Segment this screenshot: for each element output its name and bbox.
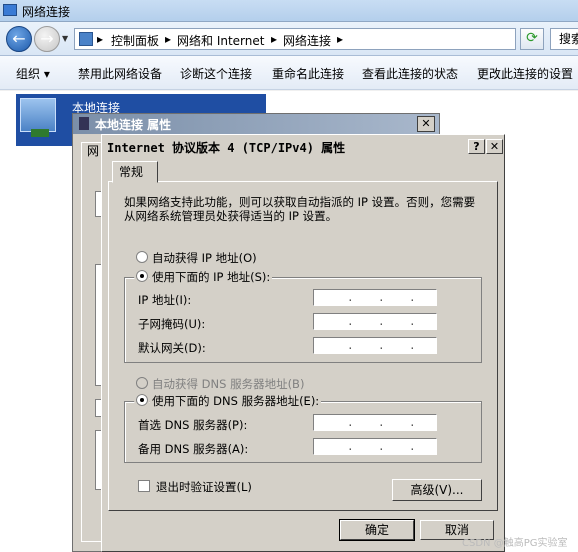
dns-manual-radio[interactable] [134, 392, 150, 408]
address-bar: ← → ▼ ▸ 控制面板 ▸ 网络和 Internet ▸ 网络连接 ▸ ▼ ⟳… [0, 22, 578, 56]
dns-manual-label: 使用下面的 DNS 服务器地址(E): [150, 393, 322, 409]
watermark: CSDN @触高PG实验室 [462, 538, 568, 549]
preferred-dns-label: 首选 DNS 服务器(P): [138, 418, 248, 432]
ip-separator: . [409, 416, 416, 429]
crumb-separator-icon[interactable]: ▸ [165, 32, 171, 46]
ip-separator: . [347, 339, 354, 352]
disable-device-button[interactable]: 禁用此网络设备 [78, 65, 162, 82]
ip-separator: . [409, 315, 416, 328]
ip-separator: . [378, 315, 385, 328]
advanced-button[interactable]: 高级(V)... [392, 479, 482, 501]
ip-separator: . [409, 291, 416, 304]
ok-button[interactable]: 确定 [339, 519, 415, 541]
ip-separator: . [409, 339, 416, 352]
ipv4-title: Internet 协议版本 4 (TCP/IPv4) 属性 [107, 141, 346, 155]
back-button[interactable]: ← [6, 26, 32, 52]
props-titlebar: 本地连接 属性 ✕ [73, 114, 439, 134]
view-status-button[interactable]: 查看此连接的状态 [362, 65, 458, 82]
change-settings-button[interactable]: 更改此连接的设置 [477, 65, 573, 82]
search-input[interactable]: 搜索 [550, 28, 578, 50]
refresh-button[interactable]: ⟳ [520, 28, 544, 50]
network-folder-icon [3, 4, 17, 16]
organize-menu[interactable]: 组织 ▾ [16, 65, 50, 82]
explorer-titlebar: 网络连接 [0, 0, 578, 22]
subnet-label: 子网掩码(U): [138, 317, 206, 331]
explorer-title: 网络连接 [22, 5, 71, 19]
alternate-dns-label: 备用 DNS 服务器(A): [138, 442, 249, 456]
ip-separator: . [378, 416, 385, 429]
recent-pages-dropdown[interactable]: ▼ [62, 34, 68, 43]
command-bar: 组织 ▾ 禁用此网络设备 诊断这个连接 重命名此连接 查看此连接的状态 更改此连… [0, 56, 578, 90]
alternate-dns-field[interactable]: ... [313, 438, 437, 455]
preferred-dns-field[interactable]: ... [313, 414, 437, 431]
breadcrumb-control-panel[interactable]: 控制面板 [111, 32, 159, 49]
network-adapter-icon [20, 98, 56, 137]
dns-auto-label: 自动获得 DNS 服务器地址(B) [152, 377, 305, 391]
help-button[interactable]: ? [468, 139, 485, 154]
ip-separator: . [347, 440, 354, 453]
ipv4-description: 如果网络支持此功能，则可以获取自动指派的 IP 设置。否则，您需要从网络系统管理… [124, 195, 476, 223]
ip-separator: . [378, 339, 385, 352]
ip-separator: . [378, 440, 385, 453]
forward-button[interactable]: → [34, 26, 60, 52]
ip-address-field[interactable]: ... [313, 289, 437, 306]
ipv4-titlebar: Internet 协议版本 4 (TCP/IPv4) 属性 ? ✕ [104, 137, 503, 155]
ipv4-close-button[interactable]: ✕ [486, 139, 503, 154]
ip-auto-radio[interactable] [136, 251, 148, 263]
props-close-button[interactable]: ✕ [417, 116, 435, 132]
ip-manual-label: 使用下面的 IP 地址(S): [150, 269, 273, 285]
props-title: 本地连接 属性 [95, 118, 172, 132]
crumb-separator-icon[interactable]: ▸ [97, 32, 103, 46]
validate-on-exit-checkbox[interactable] [138, 480, 150, 492]
validate-on-exit-label: 退出时验证设置(L) [156, 480, 252, 494]
gateway-label: 默认网关(D): [138, 341, 206, 355]
ip-separator: . [409, 440, 416, 453]
ip-separator: . [347, 315, 354, 328]
tab-general[interactable]: 常规 [112, 161, 158, 183]
crumb-separator-icon[interactable]: ▸ [271, 32, 277, 46]
breadcrumb-network-connections[interactable]: 网络连接 [283, 32, 331, 49]
control-panel-icon [79, 32, 93, 46]
rename-button[interactable]: 重命名此连接 [272, 65, 344, 82]
ip-separator: . [378, 291, 385, 304]
ip-address-label: IP 地址(I): [138, 293, 192, 307]
address-field[interactable]: ▸ 控制面板 ▸ 网络和 Internet ▸ 网络连接 ▸ ▼ [74, 28, 578, 50]
ip-manual-radio[interactable] [134, 268, 150, 284]
ip-separator: . [347, 291, 354, 304]
breadcrumb-network-internet[interactable]: 网络和 Internet [177, 32, 264, 49]
default-gateway-field[interactable]: ... [313, 337, 437, 354]
ip-auto-label: 自动获得 IP 地址(O) [152, 251, 257, 265]
crumb-separator-icon[interactable]: ▸ [337, 32, 343, 46]
dns-auto-radio[interactable] [136, 377, 148, 389]
diagnose-button[interactable]: 诊断这个连接 [180, 65, 252, 82]
ip-separator: . [347, 416, 354, 429]
ipv4-properties-dialog: Internet 协议版本 4 (TCP/IPv4) 属性 ? ✕ 常规 如果网… [101, 134, 505, 552]
properties-icon [79, 117, 89, 130]
subnet-mask-field[interactable]: ... [313, 313, 437, 330]
